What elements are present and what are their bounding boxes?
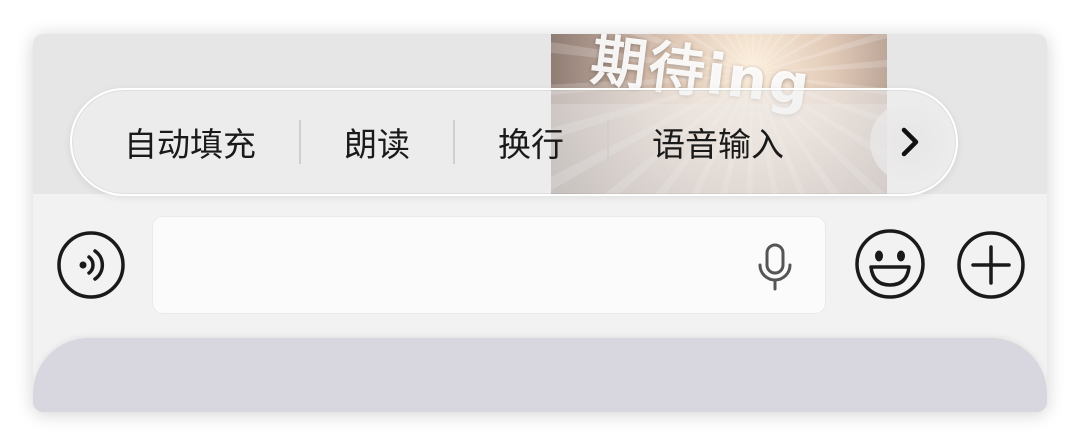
keyboard-panel <box>33 338 1047 412</box>
toolbar-more-button[interactable] <box>870 102 950 182</box>
message-input[interactable] <box>173 217 737 315</box>
chat-screen: 期待ing 自动填充 朗读 换行 语音输入 <box>33 34 1047 412</box>
add-button[interactable] <box>955 229 1027 301</box>
text-action-toolbar: 自动填充 朗读 换行 语音输入 <box>70 88 958 196</box>
toolbar-newline[interactable]: 换行 <box>455 118 607 166</box>
message-input-field[interactable] <box>153 217 825 315</box>
chevron-right-icon <box>901 127 919 157</box>
screen: 期待ing 自动填充 朗读 换行 语音输入 <box>0 0 1080 444</box>
toolbar-autofill[interactable]: 自动填充 <box>72 118 299 166</box>
voice-toggle-button[interactable] <box>55 229 127 301</box>
emoji-icon <box>855 229 925 299</box>
voice-toggle-icon <box>57 231 125 299</box>
microphone-icon[interactable] <box>755 243 795 291</box>
plus-icon <box>957 231 1025 299</box>
message-input-bar <box>33 204 1047 334</box>
emoji-button[interactable] <box>853 227 927 301</box>
toolbar-read-aloud[interactable]: 朗读 <box>301 118 453 166</box>
toolbar-voice-input[interactable]: 语音输入 <box>609 118 827 166</box>
